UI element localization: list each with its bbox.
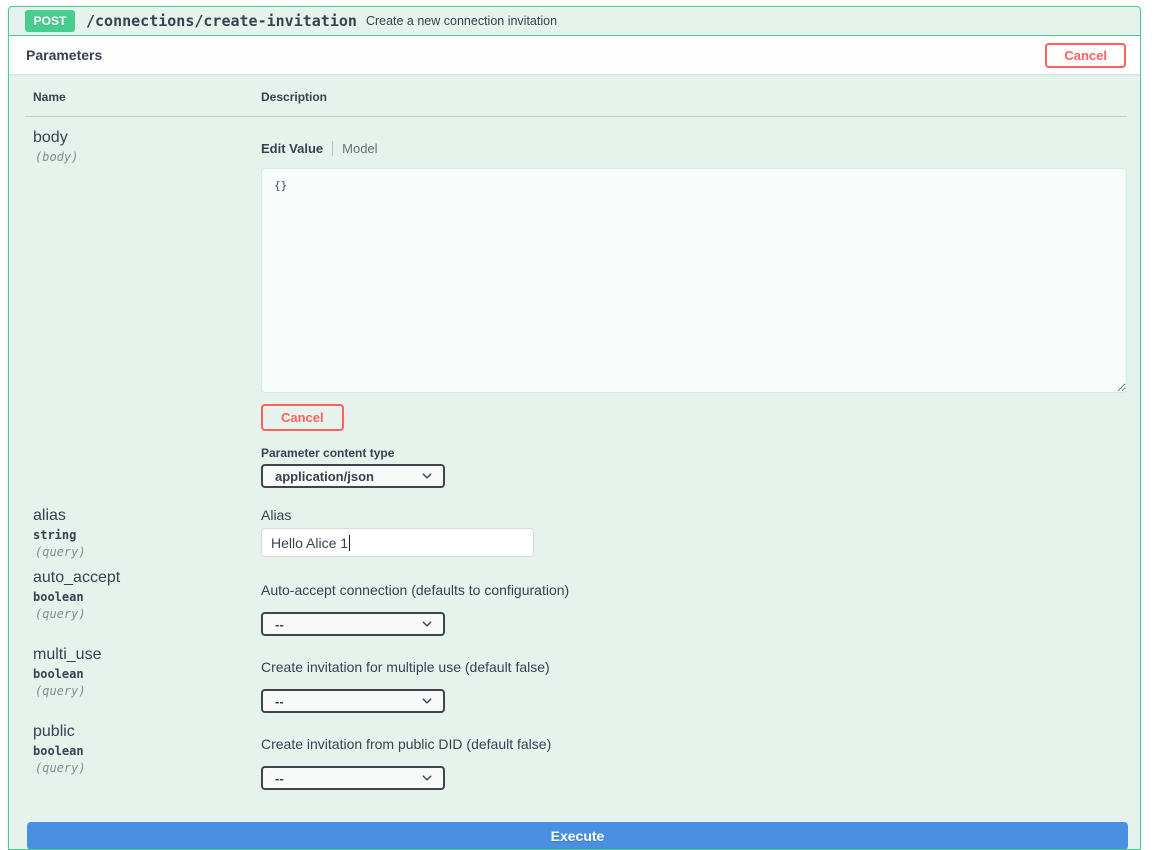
auto-accept-select[interactable]: --: [261, 612, 445, 636]
param-type: boolean: [33, 744, 261, 758]
param-location: (query): [33, 545, 261, 559]
body-value-textarea[interactable]: {}: [261, 168, 1127, 393]
param-row-multi-use: multi_use boolean (query) Create invitat…: [9, 636, 1140, 713]
chevron-down-icon: [421, 695, 433, 707]
multi-use-selected-value: --: [275, 694, 284, 709]
tab-edit-value[interactable]: Edit Value: [261, 141, 323, 156]
cancel-operation-button[interactable]: Cancel: [1045, 43, 1126, 68]
public-selected-value: --: [275, 771, 284, 786]
chevron-down-icon: [421, 772, 433, 784]
param-location: (body): [33, 150, 261, 164]
param-location: (query): [33, 607, 261, 621]
chevron-down-icon: [421, 470, 433, 482]
auto-accept-selected-value: --: [275, 617, 284, 632]
public-select[interactable]: --: [261, 766, 445, 790]
param-description: Auto-accept connection (defaults to conf…: [261, 569, 1127, 598]
param-name: alias: [33, 507, 261, 525]
param-type: boolean: [33, 667, 261, 681]
operation-summary[interactable]: POST /connections/create-invitation Crea…: [9, 7, 1140, 36]
param-location: (query): [33, 761, 261, 775]
method-badge: POST: [25, 10, 75, 32]
endpoint-summary: Create a new connection invitation: [366, 14, 557, 28]
param-row-body: body (body) Edit Value Model {} Cancel P…: [9, 117, 1140, 488]
parameters-title: Parameters: [26, 47, 102, 63]
param-name-cell: alias string (query): [25, 507, 261, 559]
param-location: (query): [33, 684, 261, 698]
param-row-auto-accept: auto_accept boolean (query) Auto-accept …: [9, 559, 1140, 636]
name-column-header: Name: [25, 90, 261, 104]
chevron-down-icon: [421, 618, 433, 630]
content-type-selected-value: application/json: [275, 469, 374, 484]
param-type: boolean: [33, 590, 261, 604]
parameters-section-header: Parameters Cancel: [9, 36, 1140, 74]
execute-wrapper: Execute: [9, 790, 1140, 850]
param-type: string: [33, 528, 261, 542]
endpoint-path: /connections/create-invitation: [86, 12, 357, 30]
content-type-select[interactable]: application/json: [261, 464, 445, 488]
description-column-header: Description: [261, 90, 1127, 104]
param-description-cell: Edit Value Model {} Cancel Parameter con…: [261, 129, 1127, 488]
param-name: body: [33, 129, 261, 147]
cancel-edit-button[interactable]: Cancel: [261, 404, 344, 431]
param-row-public: public boolean (query) Create invitation…: [9, 713, 1140, 790]
param-name-cell: auto_accept boolean (query): [25, 569, 261, 636]
content-type-block: Parameter content type application/json: [261, 446, 1127, 488]
param-description-cell: Create invitation from public DID (defau…: [261, 723, 1127, 790]
tab-model[interactable]: Model: [342, 141, 377, 156]
tab-separator: [332, 141, 333, 156]
param-name-cell: body (body): [25, 129, 261, 488]
multi-use-select[interactable]: --: [261, 689, 445, 713]
param-name: public: [33, 723, 261, 741]
parameters-table-header: Name Description: [25, 74, 1127, 117]
param-name: multi_use: [33, 646, 261, 664]
param-description-cell: Alias Hello Alice 1: [261, 507, 1127, 559]
alias-input[interactable]: Hello Alice 1: [261, 528, 534, 557]
text-cursor: [349, 535, 350, 551]
param-description: Create invitation for multiple use (defa…: [261, 646, 1127, 675]
body-editor-tabs: Edit Value Model: [261, 141, 1127, 156]
param-description-cell: Auto-accept connection (defaults to conf…: [261, 569, 1127, 636]
param-description-cell: Create invitation for multiple use (defa…: [261, 646, 1127, 713]
param-name-cell: public boolean (query): [25, 723, 261, 790]
param-row-alias: alias string (query) Alias Hello Alice 1: [9, 488, 1140, 559]
execute-button[interactable]: Execute: [27, 822, 1128, 850]
param-name: auto_accept: [33, 569, 261, 587]
param-description: Create invitation from public DID (defau…: [261, 723, 1127, 752]
param-description: Alias: [261, 507, 1127, 523]
param-name-cell: multi_use boolean (query): [25, 646, 261, 713]
content-type-label: Parameter content type: [261, 446, 1127, 460]
operation-block-post: POST /connections/create-invitation Crea…: [8, 6, 1141, 850]
alias-input-value: Hello Alice 1: [271, 535, 348, 551]
